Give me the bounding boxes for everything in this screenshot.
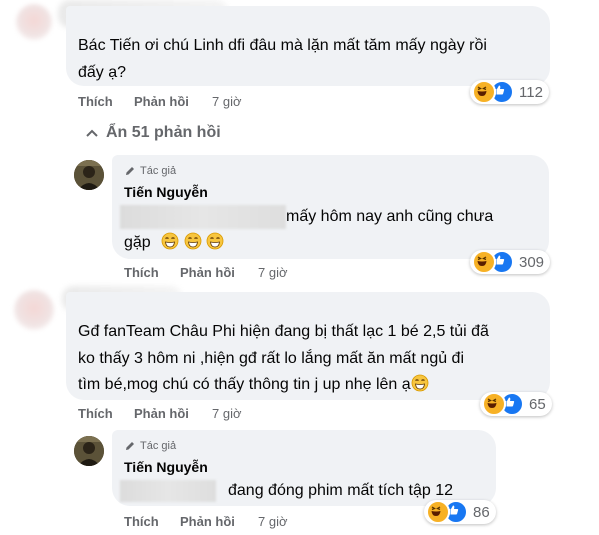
comment-text-line: Gđ fanTeam Châu Phi hiện đang bị thất lạ… bbox=[78, 323, 489, 340]
timestamp[interactable]: 7 giờ bbox=[212, 406, 242, 421]
reply-bubble: Tác giả Tiến Nguyễn mấy hôm nay anh cũng… bbox=[112, 155, 549, 259]
timestamp[interactable]: 7 giờ bbox=[212, 94, 242, 109]
reply-link[interactable]: Phản hồi bbox=[180, 514, 235, 529]
grinning-emoji-icon bbox=[411, 374, 429, 401]
author-badge: Tác giả bbox=[124, 440, 176, 452]
laughing-emoji-icon bbox=[161, 232, 179, 259]
reply-link[interactable]: Phản hồi bbox=[134, 406, 189, 421]
author-badge: Tác giả bbox=[124, 165, 176, 177]
hide-replies-label: Ẩn 51 phản hồi bbox=[106, 124, 221, 141]
reaction-count: 112 bbox=[519, 83, 543, 101]
reaction-count: 309 bbox=[519, 253, 545, 271]
reaction-count: 65 bbox=[529, 395, 546, 413]
like-link[interactable]: Thích bbox=[124, 514, 159, 529]
reaction-summary[interactable]: 65 bbox=[480, 392, 552, 416]
reaction-summary[interactable]: 86 bbox=[424, 500, 496, 524]
comment-text-line-3: tìm bé,mog chú có thấy thông tin j up nh… bbox=[78, 371, 429, 401]
reply-text-line: đang đóng phim mất tích tập 12 bbox=[228, 482, 454, 499]
like-link[interactable]: Thích bbox=[78, 94, 113, 109]
redacted-mention bbox=[120, 205, 286, 229]
chevron-up-icon bbox=[86, 124, 98, 142]
pen-icon bbox=[126, 167, 134, 175]
like-link[interactable]: Thích bbox=[78, 406, 113, 421]
comment-bubble: Bác Tiến ơi chú Linh dfi đâu mà lặn mất … bbox=[66, 6, 550, 86]
haha-icon bbox=[472, 80, 496, 104]
timestamp[interactable]: 7 giờ bbox=[258, 514, 288, 529]
reply-text-line-2: gặp bbox=[124, 229, 224, 259]
commenter-avatar[interactable] bbox=[16, 4, 52, 40]
commenter-avatar[interactable] bbox=[14, 290, 54, 330]
comment-bubble: Gđ fanTeam Châu Phi hiện đang bị thất lạ… bbox=[66, 292, 550, 400]
redacted-mention bbox=[120, 480, 216, 502]
reply-text-line: mấy hôm nay anh cũng chưa bbox=[286, 208, 494, 225]
comment-text-line: ko thấy 3 hôm ni ,hiện gđ rất lo lắng mấ… bbox=[78, 350, 465, 367]
like-link[interactable]: Thích bbox=[124, 265, 159, 280]
haha-icon bbox=[482, 392, 506, 416]
reaction-summary[interactable]: 112 bbox=[470, 80, 549, 104]
reply-link[interactable]: Phản hồi bbox=[134, 94, 189, 109]
reply-link[interactable]: Phản hồi bbox=[180, 265, 235, 280]
haha-icon bbox=[472, 250, 496, 274]
author-avatar[interactable] bbox=[74, 160, 104, 190]
comment-text-line: đấy ạ? bbox=[78, 64, 127, 81]
reaction-count: 86 bbox=[473, 503, 490, 521]
pen-icon bbox=[126, 442, 134, 450]
reaction-summary[interactable]: 309 bbox=[470, 250, 551, 274]
laughing-emoji-icon bbox=[184, 232, 202, 259]
timestamp[interactable]: 7 giờ bbox=[258, 265, 288, 280]
author-name[interactable]: Tiến Nguyễn bbox=[124, 459, 208, 475]
hide-replies-toggle[interactable]: Ẩn 51 phản hồi bbox=[86, 124, 221, 142]
laughing-emoji-icon bbox=[206, 232, 224, 259]
comment-text-line: Bác Tiến ơi chú Linh dfi đâu mà lặn mất … bbox=[78, 37, 487, 54]
reply-bubble: Tác giả Tiến Nguyễn đang đóng phim mất t… bbox=[112, 430, 496, 506]
haha-icon bbox=[426, 500, 450, 524]
author-name[interactable]: Tiến Nguyễn bbox=[124, 184, 208, 200]
author-avatar[interactable] bbox=[74, 436, 104, 466]
